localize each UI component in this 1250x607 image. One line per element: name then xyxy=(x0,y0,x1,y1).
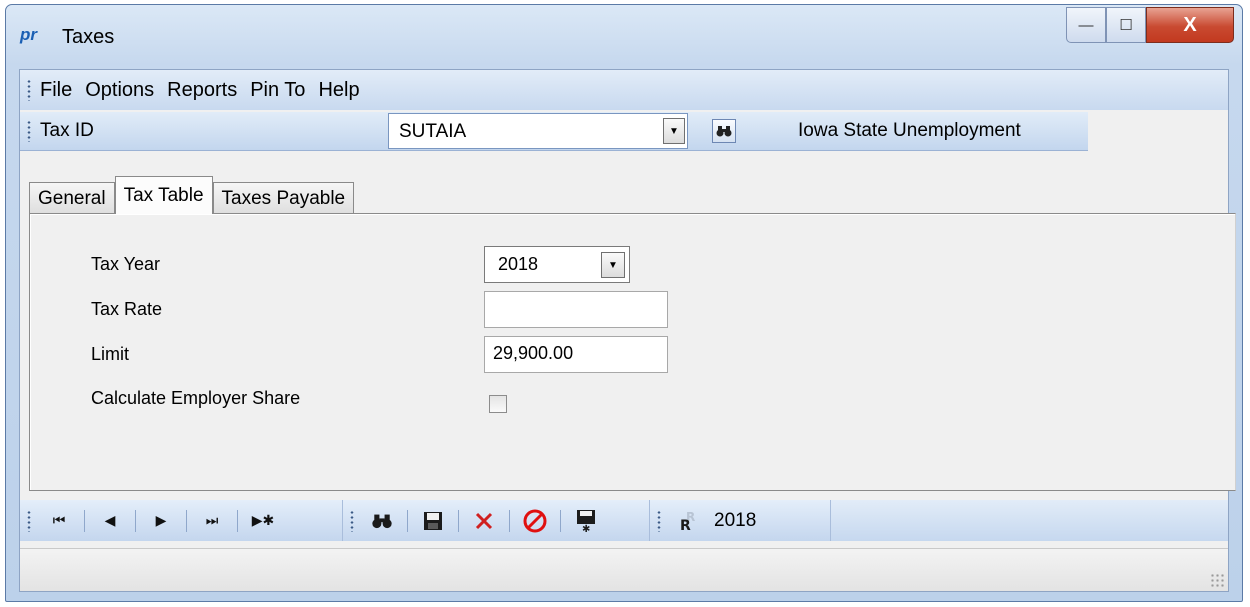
report-button[interactable]: RR xyxy=(670,507,708,535)
close-button[interactable]: X xyxy=(1146,7,1234,43)
record-navigation-group: ⏮ ◀ ▶ ⏭ ▶✱ xyxy=(20,500,343,541)
employer-share-label: Calculate Employer Share xyxy=(91,388,301,408)
tax-rate-field[interactable] xyxy=(484,291,668,328)
tax-description: Iowa State Unemployment xyxy=(798,120,1021,141)
employer-share-checkbox[interactable] xyxy=(489,395,507,413)
nav-year-label: 2018 xyxy=(714,509,757,531)
delete-icon xyxy=(475,512,493,529)
actions-grip-handle[interactable] xyxy=(349,509,355,532)
maximize-button[interactable]: ☐ xyxy=(1106,7,1146,43)
save-new-icon: ✱ xyxy=(577,509,595,533)
svg-text:R: R xyxy=(680,518,691,532)
year-grip-handle[interactable] xyxy=(656,509,662,532)
chevron-down-icon: ▼ xyxy=(669,125,679,137)
menu-help[interactable]: Help xyxy=(318,79,359,102)
title-bar: pr Taxes — ☐ X xyxy=(6,5,1242,67)
minimize-icon: — xyxy=(1078,16,1094,34)
chevron-down-icon: ▼ xyxy=(608,259,618,271)
save-icon xyxy=(424,511,442,530)
limit-value: 29,900.00 xyxy=(493,343,574,363)
client-area: File Options Reports Pin To Help Tax ID … xyxy=(19,69,1236,592)
binoculars-icon xyxy=(372,514,392,528)
new-record-icon: ▶✱ xyxy=(251,512,275,528)
year-group: RR 2018 xyxy=(650,500,831,541)
tax-id-dropdown-button[interactable]: ▼ xyxy=(663,118,685,144)
menu-reports[interactable]: Reports xyxy=(167,79,237,102)
taxes-window: pr Taxes — ☐ X File Options Reports Pin … xyxy=(5,4,1243,602)
window-title: Taxes xyxy=(62,26,115,48)
cancel-icon xyxy=(523,509,547,532)
resize-grip-handle[interactable] xyxy=(1210,573,1224,587)
minimize-button[interactable]: — xyxy=(1066,7,1106,43)
cancel-button[interactable] xyxy=(516,507,554,535)
close-icon: X xyxy=(1183,13,1197,36)
app-logo-icon: pr xyxy=(20,25,37,44)
menu-grip-handle[interactable] xyxy=(26,79,32,101)
tax-table-panel: Tax Year 2018 ▼ Tax Rate Limit 29,900.00… xyxy=(29,213,1236,491)
toolbar-grip-handle[interactable] xyxy=(26,120,32,142)
tax-year-dropdown-button[interactable]: ▼ xyxy=(601,252,625,278)
last-record-icon: ⏭ xyxy=(205,512,219,528)
menu-file[interactable]: File xyxy=(40,79,72,102)
tab-strip: General Tax Table Taxes Payable xyxy=(29,176,355,214)
previous-record-icon: ◀ xyxy=(104,512,116,528)
limit-field[interactable]: 29,900.00 xyxy=(484,336,668,373)
tax-year-value: 2018 xyxy=(498,254,539,274)
status-bar xyxy=(20,548,1228,591)
first-record-button[interactable]: ⏮ xyxy=(40,507,78,535)
limit-label: Limit xyxy=(91,344,130,364)
tax-year-label: Tax Year xyxy=(91,254,161,274)
tax-year-combobox[interactable]: 2018 ▼ xyxy=(484,246,630,283)
window-controls: — ☐ X xyxy=(1066,7,1234,43)
previous-record-button[interactable]: ◀ xyxy=(91,507,129,535)
record-actions-group: ✱ xyxy=(343,500,650,541)
tab-tax-table[interactable]: Tax Table xyxy=(114,176,213,214)
find-button[interactable] xyxy=(363,507,401,535)
svg-text:✱: ✱ xyxy=(582,524,590,533)
new-record-button[interactable]: ▶✱ xyxy=(244,507,282,535)
navigation-toolbar: ⏮ ◀ ▶ ⏭ ▶✱ ✱ R R 2018 xyxy=(20,500,1228,541)
lookup-button[interactable] xyxy=(712,119,736,143)
menu-pin-to[interactable]: Pin To xyxy=(250,79,305,102)
menu-options[interactable]: Options xyxy=(85,79,154,102)
next-record-icon: ▶ xyxy=(155,512,167,528)
report-icon: RR xyxy=(680,510,695,532)
tab-taxes-payable[interactable]: Taxes Payable xyxy=(212,182,355,214)
tax-rate-label: Tax Rate xyxy=(91,299,163,319)
tax-id-label: Tax ID xyxy=(40,120,94,141)
first-record-icon: ⏮ xyxy=(52,512,66,528)
last-record-button[interactable]: ⏭ xyxy=(193,507,231,535)
save-new-button[interactable]: ✱ xyxy=(567,507,605,535)
delete-button[interactable] xyxy=(465,507,503,535)
tax-id-combobox[interactable]: SUTAIA ▼ xyxy=(388,113,688,149)
nav-grip-handle[interactable] xyxy=(26,509,32,532)
maximize-icon: ☐ xyxy=(1119,17,1133,34)
save-button[interactable] xyxy=(414,507,452,535)
next-record-button[interactable]: ▶ xyxy=(142,507,180,535)
tax-id-value: SUTAIA xyxy=(399,121,467,142)
binoculars-icon xyxy=(716,126,732,137)
tax-id-toolbar: Tax ID SUTAIA ▼ Iowa State Unemployment xyxy=(20,112,1088,151)
menu-bar: File Options Reports Pin To Help xyxy=(20,70,1228,110)
tab-general[interactable]: General xyxy=(29,182,115,214)
